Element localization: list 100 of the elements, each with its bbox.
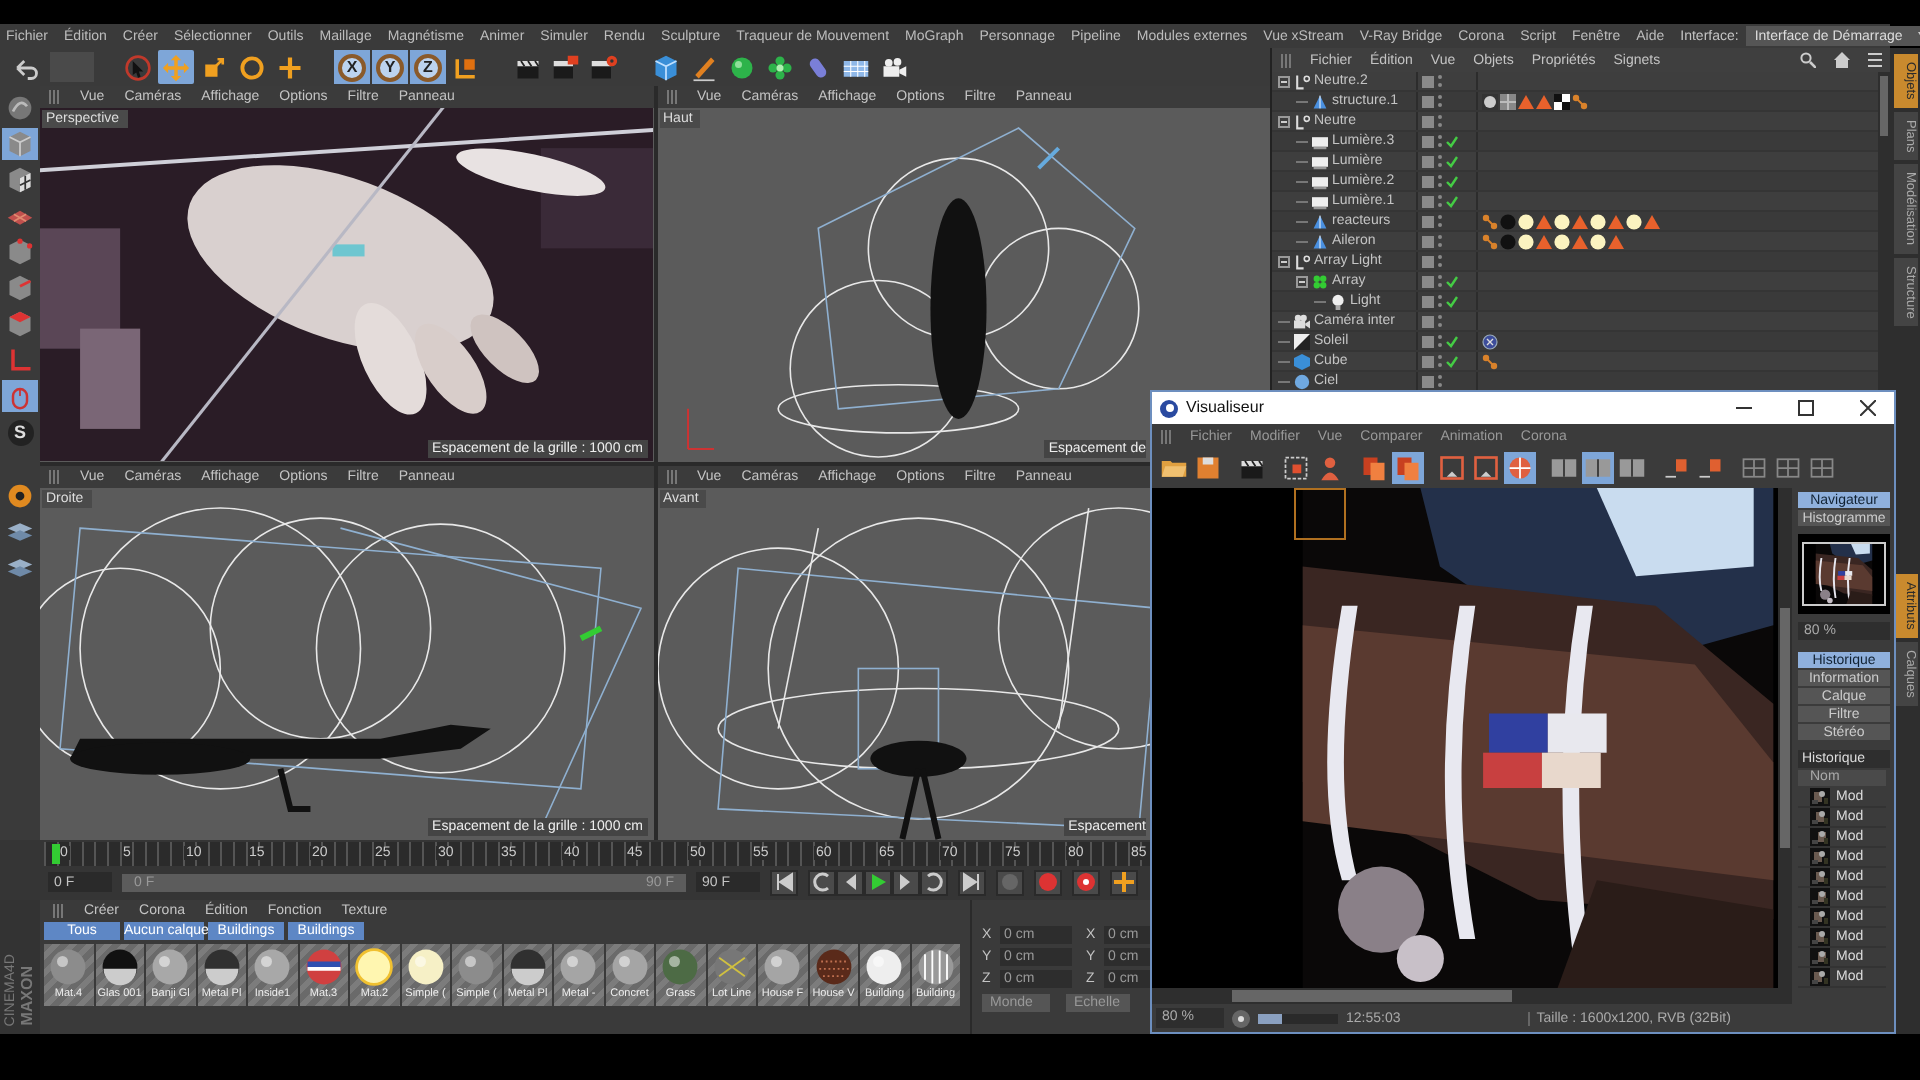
menu-icon[interactable] xyxy=(1868,52,1882,68)
grid-icon xyxy=(1808,454,1836,482)
window-title: Visualiseur xyxy=(1186,400,1264,416)
texture-tag-icon xyxy=(1500,93,1516,109)
frame-icon xyxy=(1472,454,1500,482)
axis-lock-button[interactable]: Y xyxy=(372,50,408,84)
material-preview-icon xyxy=(97,946,142,988)
tool-button[interactable] xyxy=(548,50,584,84)
material-preview-icon xyxy=(811,946,856,988)
material-tag-icon xyxy=(1482,93,1498,109)
light-panel-icon xyxy=(1312,133,1328,149)
material-preview-icon xyxy=(607,946,652,988)
material-preview-icon xyxy=(148,946,193,988)
layers-icon xyxy=(6,554,34,582)
material-preview-icon xyxy=(250,946,295,988)
maximize-icon xyxy=(1797,400,1813,416)
collapse-icon[interactable] xyxy=(1278,115,1290,127)
next-key-button[interactable] xyxy=(920,869,948,895)
axis-lock-button[interactable]: Z xyxy=(410,50,446,84)
grid-icon xyxy=(1740,454,1768,482)
close-icon xyxy=(1859,400,1875,416)
tool-button[interactable] xyxy=(1192,452,1224,484)
clapperboard-icon xyxy=(552,53,580,81)
cube-icon xyxy=(6,130,34,158)
camera-icon xyxy=(880,53,908,81)
scrollbar[interactable] xyxy=(1878,72,1890,390)
array-icon xyxy=(1312,273,1328,289)
grip-icon xyxy=(52,903,64,917)
play-icon[interactable] xyxy=(1232,1009,1250,1027)
grip-icon xyxy=(1160,429,1172,443)
go-to-end-icon xyxy=(962,872,982,892)
cloner-icon xyxy=(766,53,794,81)
collapse-icon[interactable] xyxy=(1296,275,1308,287)
triangle-icon xyxy=(1644,213,1660,229)
split-view-icon xyxy=(1584,454,1612,482)
logo-text: MAXON xyxy=(20,966,36,1026)
cube-icon xyxy=(1294,353,1310,369)
light-panel-icon xyxy=(1312,153,1328,169)
globe-icon xyxy=(1506,454,1534,482)
home-icon[interactable] xyxy=(1834,52,1850,68)
play-button[interactable] xyxy=(864,869,892,895)
help-icon xyxy=(1076,872,1096,892)
next-frame-button[interactable] xyxy=(892,869,920,895)
light-bulb-icon xyxy=(1330,293,1346,309)
material-preview-icon xyxy=(199,946,244,988)
render-bucket-frame xyxy=(1294,488,1346,540)
keyframe-button[interactable] xyxy=(996,869,1024,895)
previous-frame-button[interactable] xyxy=(836,869,864,895)
scrollbar-thumb[interactable] xyxy=(1232,990,1512,1002)
marker-icon xyxy=(1696,454,1724,482)
scrollbar[interactable] xyxy=(1152,988,1792,1004)
axis-icon xyxy=(6,346,34,374)
copy-icon xyxy=(1394,454,1422,482)
go-to-start-button[interactable] xyxy=(770,869,798,895)
polygons-cube-icon xyxy=(6,310,34,338)
material-preview-icon xyxy=(760,946,805,988)
material-preview-icon xyxy=(913,946,958,988)
tool-button[interactable] xyxy=(1280,452,1312,484)
previous-key-button[interactable] xyxy=(808,869,836,895)
move-key-button[interactable] xyxy=(1110,869,1138,895)
go-to-end-button[interactable] xyxy=(958,869,986,895)
points-cube-icon xyxy=(6,238,34,266)
material-preview-icon xyxy=(454,946,499,988)
light-panel-icon xyxy=(1312,173,1328,189)
material-preview-icon xyxy=(556,946,601,988)
paint-icon xyxy=(6,482,34,510)
scrollbar[interactable] xyxy=(1778,488,1792,988)
sphere-icon xyxy=(728,53,756,81)
material-preview-icon xyxy=(658,946,703,988)
checker-cube-icon xyxy=(6,166,34,194)
scrollbar-thumb[interactable] xyxy=(1880,76,1888,136)
frame-icon xyxy=(1438,454,1466,482)
phong-tag-icon xyxy=(1572,93,1588,109)
record-button[interactable] xyxy=(1034,869,1062,895)
grip-icon xyxy=(48,90,60,104)
scrollbar-thumb[interactable] xyxy=(1780,608,1790,848)
phong-tag-icon xyxy=(1482,233,1498,249)
play-icon xyxy=(868,872,888,892)
help-button[interactable] xyxy=(1072,869,1100,895)
collapse-icon[interactable] xyxy=(1278,255,1290,267)
tool-button[interactable] xyxy=(586,50,622,84)
camera-icon xyxy=(1294,313,1310,329)
plus-icon xyxy=(276,53,304,81)
collapse-icon[interactable] xyxy=(1278,75,1290,87)
go-to-start-icon xyxy=(774,872,794,892)
grip-icon xyxy=(1280,53,1292,67)
copy-icon xyxy=(1360,454,1388,482)
split-view-icon xyxy=(1618,454,1646,482)
person-icon xyxy=(1316,454,1344,482)
material-preview-icon xyxy=(352,946,397,988)
light-panel-icon xyxy=(1312,193,1328,209)
edges-cube-icon xyxy=(6,274,34,302)
diagonal-square-icon xyxy=(1294,333,1310,349)
material-preview-icon xyxy=(301,946,346,988)
search-icon[interactable] xyxy=(1800,52,1816,68)
null-object-icon xyxy=(1294,253,1310,269)
grip-icon xyxy=(665,90,677,104)
axis-lock-button[interactable]: X xyxy=(334,50,370,84)
pen-icon xyxy=(690,53,718,81)
previous-key-icon xyxy=(812,872,832,892)
